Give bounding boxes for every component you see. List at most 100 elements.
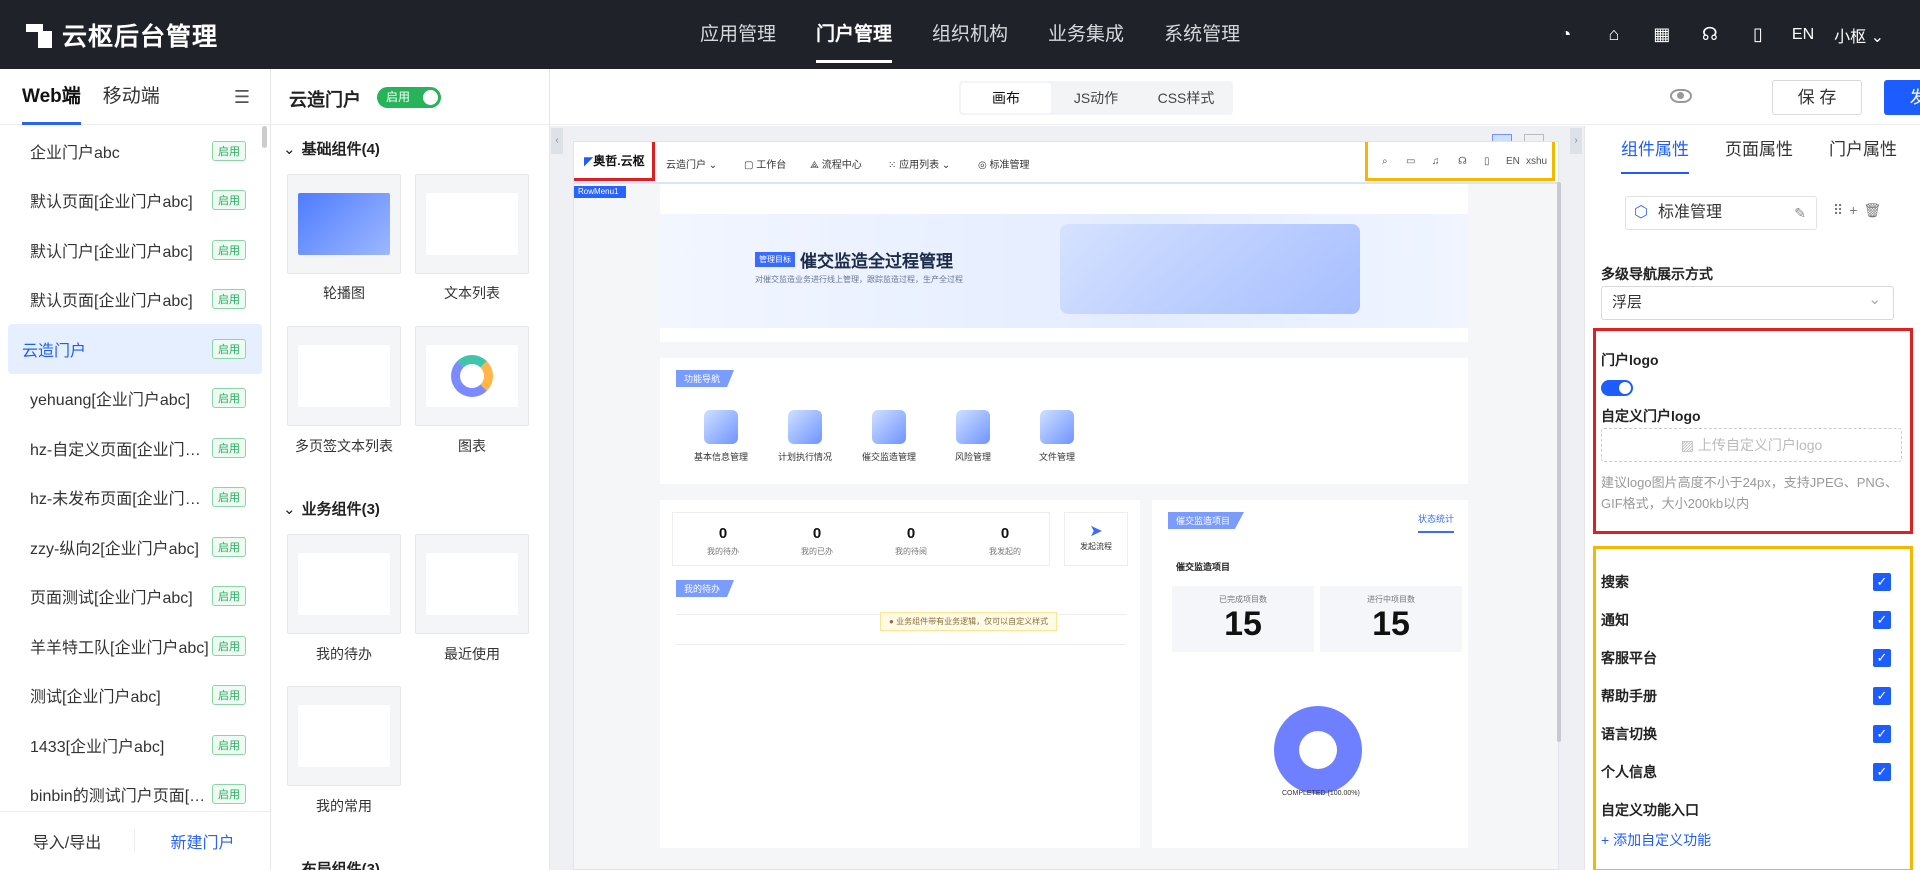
func-item[interactable]: 计划执行情况 bbox=[770, 410, 840, 463]
save-button[interactable]: 保 存 bbox=[1772, 80, 1862, 115]
collapse-right-arrow-icon[interactable]: › bbox=[1570, 128, 1582, 154]
checkbox-checked-icon[interactable]: ✓ bbox=[1873, 687, 1891, 705]
checkbox-checked-icon[interactable]: ✓ bbox=[1873, 611, 1891, 629]
book-icon[interactable]: ▯ bbox=[1734, 24, 1782, 45]
multi-nav-select[interactable]: 浮层 bbox=[1601, 284, 1894, 320]
collapse-left-arrow-icon[interactable]: ‹ bbox=[551, 128, 563, 154]
list-item[interactable]: hz-自定义页面[企业门户ab... 启用 bbox=[8, 423, 262, 473]
import-export-button[interactable]: 导入/导出 bbox=[0, 829, 134, 853]
page-name: yehuang[企业门户abc] bbox=[30, 392, 191, 410]
add-custom-function-link[interactable]: + 添加自定义功能 bbox=[1601, 830, 1711, 850]
func-item[interactable]: 文件管理 bbox=[1022, 410, 1092, 463]
component-card-chart[interactable] bbox=[415, 326, 529, 426]
section-business[interactable]: 业务组件(3) bbox=[283, 498, 380, 519]
list-item[interactable]: 1433[企业门户abc] 启用 bbox=[8, 720, 262, 770]
component-card-my-todo[interactable] bbox=[287, 534, 401, 634]
tab-mobile[interactable]: 移动端 bbox=[103, 69, 160, 125]
list-item[interactable]: 默认页面[企业门户abc] 启用 bbox=[8, 275, 262, 325]
headset-icon[interactable]: ☊ bbox=[1686, 24, 1734, 45]
check-language[interactable]: 语言切换 ✓ bbox=[1601, 724, 1891, 744]
component-card-carousel[interactable] bbox=[287, 174, 401, 274]
component-card-text-list[interactable] bbox=[415, 174, 529, 274]
apps-grid-icon[interactable]: ▦ bbox=[1638, 24, 1686, 45]
warning-text: 业务组件带有业务逻辑，仅可以自定义样式 bbox=[896, 617, 1049, 626]
brand-logo[interactable]: 云枢后台管理 bbox=[26, 17, 218, 53]
language-switch[interactable]: EN bbox=[1792, 26, 1814, 44]
tab-js-actions[interactable]: JS动作 bbox=[1051, 83, 1141, 113]
stat-value: 0 bbox=[906, 525, 916, 542]
page-list-scrollbar[interactable] bbox=[262, 126, 267, 148]
component-card-favorites[interactable] bbox=[287, 686, 401, 786]
tab-web[interactable]: Web端 bbox=[22, 69, 81, 125]
tab-canvas[interactable]: 画布 bbox=[961, 83, 1051, 113]
stat-item[interactable]: 0 我的已办 bbox=[782, 525, 852, 557]
preview-eye-icon[interactable] bbox=[1670, 89, 1692, 103]
nav-system-management[interactable]: 系统管理 bbox=[1144, 0, 1260, 69]
list-item[interactable]: 测试[企业门户abc] 启用 bbox=[8, 671, 262, 721]
new-portal-button[interactable]: 新建门户 bbox=[134, 829, 270, 853]
nav-item-row[interactable]: ⬡ 标准管理 ✎ bbox=[1625, 196, 1817, 230]
app-root: 云枢后台管理 应用管理 门户管理 组织机构 业务集成 系统管理 ◔ ⌂ ▦ ☊ … bbox=[0, 0, 1920, 870]
stat-item[interactable]: 0 我的待阅 bbox=[876, 525, 946, 557]
drag-handle-icon[interactable]: ⠿+🗑 bbox=[1833, 202, 1887, 219]
stat-item[interactable]: 0 我的待办 bbox=[688, 525, 758, 557]
check-help[interactable]: 帮助手册 ✓ bbox=[1601, 686, 1891, 706]
component-card-tabbed-list[interactable] bbox=[287, 326, 401, 426]
tab-portal-props[interactable]: 门户属性 bbox=[1829, 126, 1897, 174]
list-item[interactable]: 默认门户[企业门户abc] 启用 bbox=[8, 225, 262, 275]
checkbox-checked-icon[interactable]: ✓ bbox=[1873, 725, 1891, 743]
section-layout[interactable]: 布局组件(3) bbox=[283, 858, 380, 870]
list-item[interactable]: 页面测试[企业门户abc] 启用 bbox=[8, 572, 262, 622]
tab-page-props[interactable]: 页面属性 bbox=[1725, 126, 1793, 174]
edit-icon[interactable]: ✎ bbox=[1794, 197, 1806, 229]
list-item[interactable]: hz-未发布页面[企业门户ab... 启用 bbox=[8, 473, 262, 523]
multi-nav-label: 多级导航展示方式 bbox=[1601, 266, 1713, 282]
tab-css-styles[interactable]: CSS样式 bbox=[1141, 83, 1231, 113]
check-service[interactable]: 客服平台 ✓ bbox=[1601, 648, 1891, 668]
check-search[interactable]: 搜索 ✓ bbox=[1601, 572, 1891, 592]
check-profile[interactable]: 个人信息 ✓ bbox=[1601, 762, 1891, 782]
stat-value: 0 bbox=[718, 525, 728, 542]
portal-logo-switch[interactable] bbox=[1601, 380, 1633, 396]
func-item[interactable]: 基本信息管理 bbox=[686, 410, 756, 463]
nav-business-integration[interactable]: 业务集成 bbox=[1028, 0, 1144, 69]
palette-icon[interactable]: ◔ bbox=[1542, 24, 1590, 45]
func-item[interactable]: 风险管理 bbox=[938, 410, 1008, 463]
list-item[interactable]: 羊羊特工队[企业门户abc] 启用 bbox=[8, 621, 262, 671]
list-item[interactable]: yehuang[企业门户abc] 启用 bbox=[8, 374, 262, 424]
page-name: hz-未发布页面[企业门户ab... bbox=[30, 491, 212, 509]
nav-organization[interactable]: 组织机构 bbox=[912, 0, 1028, 69]
home-icon[interactable]: ⌂ bbox=[1590, 24, 1638, 45]
status-stats-tab[interactable]: 状态统计 bbox=[1417, 512, 1454, 533]
nav-app-management[interactable]: 应用管理 bbox=[680, 0, 796, 69]
delete-icon[interactable]: 🗑 bbox=[1863, 202, 1887, 218]
func-item[interactable]: 催交监造管理 bbox=[854, 410, 924, 463]
status-badge: 启用 bbox=[212, 487, 246, 508]
checkbox-checked-icon[interactable]: ✓ bbox=[1873, 649, 1891, 667]
upload-logo-button[interactable]: ▨ 上传自定义门户logo bbox=[1601, 428, 1902, 462]
portal-enable-toggle[interactable]: 启用 bbox=[377, 87, 441, 108]
launch-process-button[interactable]: ➤ 发起流程 bbox=[1064, 512, 1128, 566]
check-notify[interactable]: 通知 ✓ bbox=[1601, 610, 1891, 630]
checkbox-checked-icon[interactable]: ✓ bbox=[1873, 573, 1891, 591]
preview-menu: 云造门户 ⌄ bbox=[666, 160, 718, 171]
stat-item[interactable]: 0 我发起的 bbox=[970, 525, 1040, 557]
list-item[interactable]: binbin的测试门户页面[企... 启用 bbox=[8, 770, 262, 812]
publish-button[interactable]: 发 布 bbox=[1884, 80, 1920, 115]
nav-portal-management[interactable]: 门户管理 bbox=[796, 0, 912, 69]
list-item[interactable]: 企业门户abc 启用 bbox=[8, 126, 262, 176]
chevron-down-icon: ⌄ bbox=[1870, 28, 1884, 46]
canvas-scrollbar[interactable] bbox=[1557, 182, 1561, 742]
list-item[interactable]: zzy-纵向2[企业门户abc] 启用 bbox=[8, 522, 262, 572]
component-label: 图表 bbox=[458, 438, 486, 454]
user-menu[interactable]: 小枢 ⌄ bbox=[1834, 23, 1884, 47]
tab-component-props[interactable]: 组件属性 bbox=[1621, 126, 1689, 174]
add-icon[interactable]: + bbox=[1849, 202, 1863, 218]
checkbox-checked-icon[interactable]: ✓ bbox=[1873, 763, 1891, 781]
component-card-recent[interactable] bbox=[415, 534, 529, 634]
list-item-selected[interactable]: 云造门户 启用 bbox=[8, 324, 262, 374]
list-item[interactable]: 默认页面[企业门户abc] 启用 bbox=[8, 176, 262, 226]
shield-icon bbox=[872, 410, 906, 444]
section-basic[interactable]: 基础组件(4) bbox=[283, 138, 380, 159]
collapse-menu-icon[interactable]: ☰ bbox=[234, 87, 250, 108]
